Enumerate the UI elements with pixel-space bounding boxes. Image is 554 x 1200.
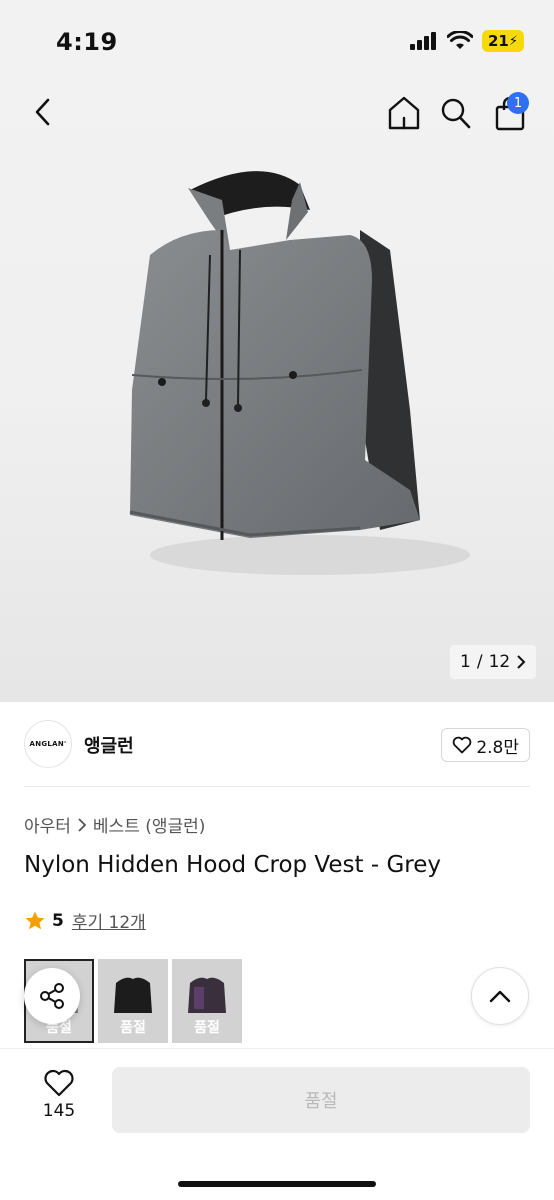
rating-row: 5 후기 12개 <box>24 908 146 933</box>
share-icon <box>40 983 64 1009</box>
variant-black-image <box>114 977 152 1013</box>
back-button[interactable] <box>26 92 58 132</box>
back-icon <box>35 98 50 126</box>
share-button[interactable] <box>24 968 80 1024</box>
scroll-top-button[interactable] <box>471 967 529 1025</box>
brand-logo[interactable]: ANGLAN' <box>24 720 72 768</box>
status-bar: 4:19 21 ⚡ <box>0 0 554 80</box>
image-counter[interactable]: 1 / 12 <box>450 645 537 679</box>
product-title: Nylon Hidden Hood Crop Vest - Grey <box>24 852 441 878</box>
sold-out-button[interactable]: 품절 <box>112 1067 530 1133</box>
breadcrumb-subcategory[interactable]: 베스트 (앵글런) <box>93 812 206 837</box>
variant-purple-image <box>188 977 226 1013</box>
variant-thumb-black[interactable]: 품절 <box>98 959 168 1043</box>
wifi-icon <box>446 31 473 49</box>
chevron-up-icon <box>489 990 511 1003</box>
image-total: 12 <box>488 652 511 672</box>
brand-logo-text: ANGLAN' <box>29 740 67 748</box>
battery-level: 21 <box>487 32 509 50</box>
breadcrumb-category[interactable]: 아우터 <box>24 812 71 837</box>
rating-score: 5 <box>52 910 64 931</box>
heart-icon <box>453 736 472 754</box>
brand-name[interactable]: 앵글런 <box>84 732 134 758</box>
brand-like-button[interactable]: 2.8만 <box>441 728 530 762</box>
battery-indicator: 21 ⚡ <box>481 30 524 52</box>
wishlist-button[interactable]: 145 <box>24 1069 94 1135</box>
search-icon <box>441 98 471 129</box>
status-time: 4:19 <box>56 28 118 56</box>
breadcrumb: 아우터 베스트 (앵글런) <box>24 812 205 837</box>
variant-status: 품절 <box>120 1020 146 1036</box>
product-image <box>129 171 470 575</box>
review-link[interactable]: 후기 12개 <box>72 908 146 933</box>
signal-icon <box>409 32 436 50</box>
brand-like-count: 2.8만 <box>476 737 519 758</box>
cart-count-badge: 1 <box>507 92 529 114</box>
wishlist-count: 145 <box>42 1101 76 1121</box>
heart-icon <box>44 1069 74 1097</box>
variant-thumb-purple[interactable]: 품절 <box>172 959 242 1043</box>
top-nav-bar <box>0 88 554 138</box>
star-icon <box>25 911 45 929</box>
variant-status: 품절 <box>194 1020 220 1036</box>
charging-icon: ⚡ <box>508 33 518 49</box>
bottom-action-bar: 145 품절 <box>0 1048 554 1200</box>
search-button[interactable] <box>438 94 474 132</box>
home-indicator <box>178 1181 376 1187</box>
chevron-right-icon <box>517 655 526 669</box>
home-button[interactable] <box>386 94 422 132</box>
divider <box>24 786 530 787</box>
chevron-right-icon <box>78 817 87 832</box>
brand-row: ANGLAN' 앵글런 2.8만 <box>24 718 530 770</box>
image-current: 1 <box>460 652 471 672</box>
status-icons: 21 ⚡ <box>409 30 524 52</box>
home-icon <box>388 96 420 130</box>
image-separator: / <box>476 652 483 672</box>
